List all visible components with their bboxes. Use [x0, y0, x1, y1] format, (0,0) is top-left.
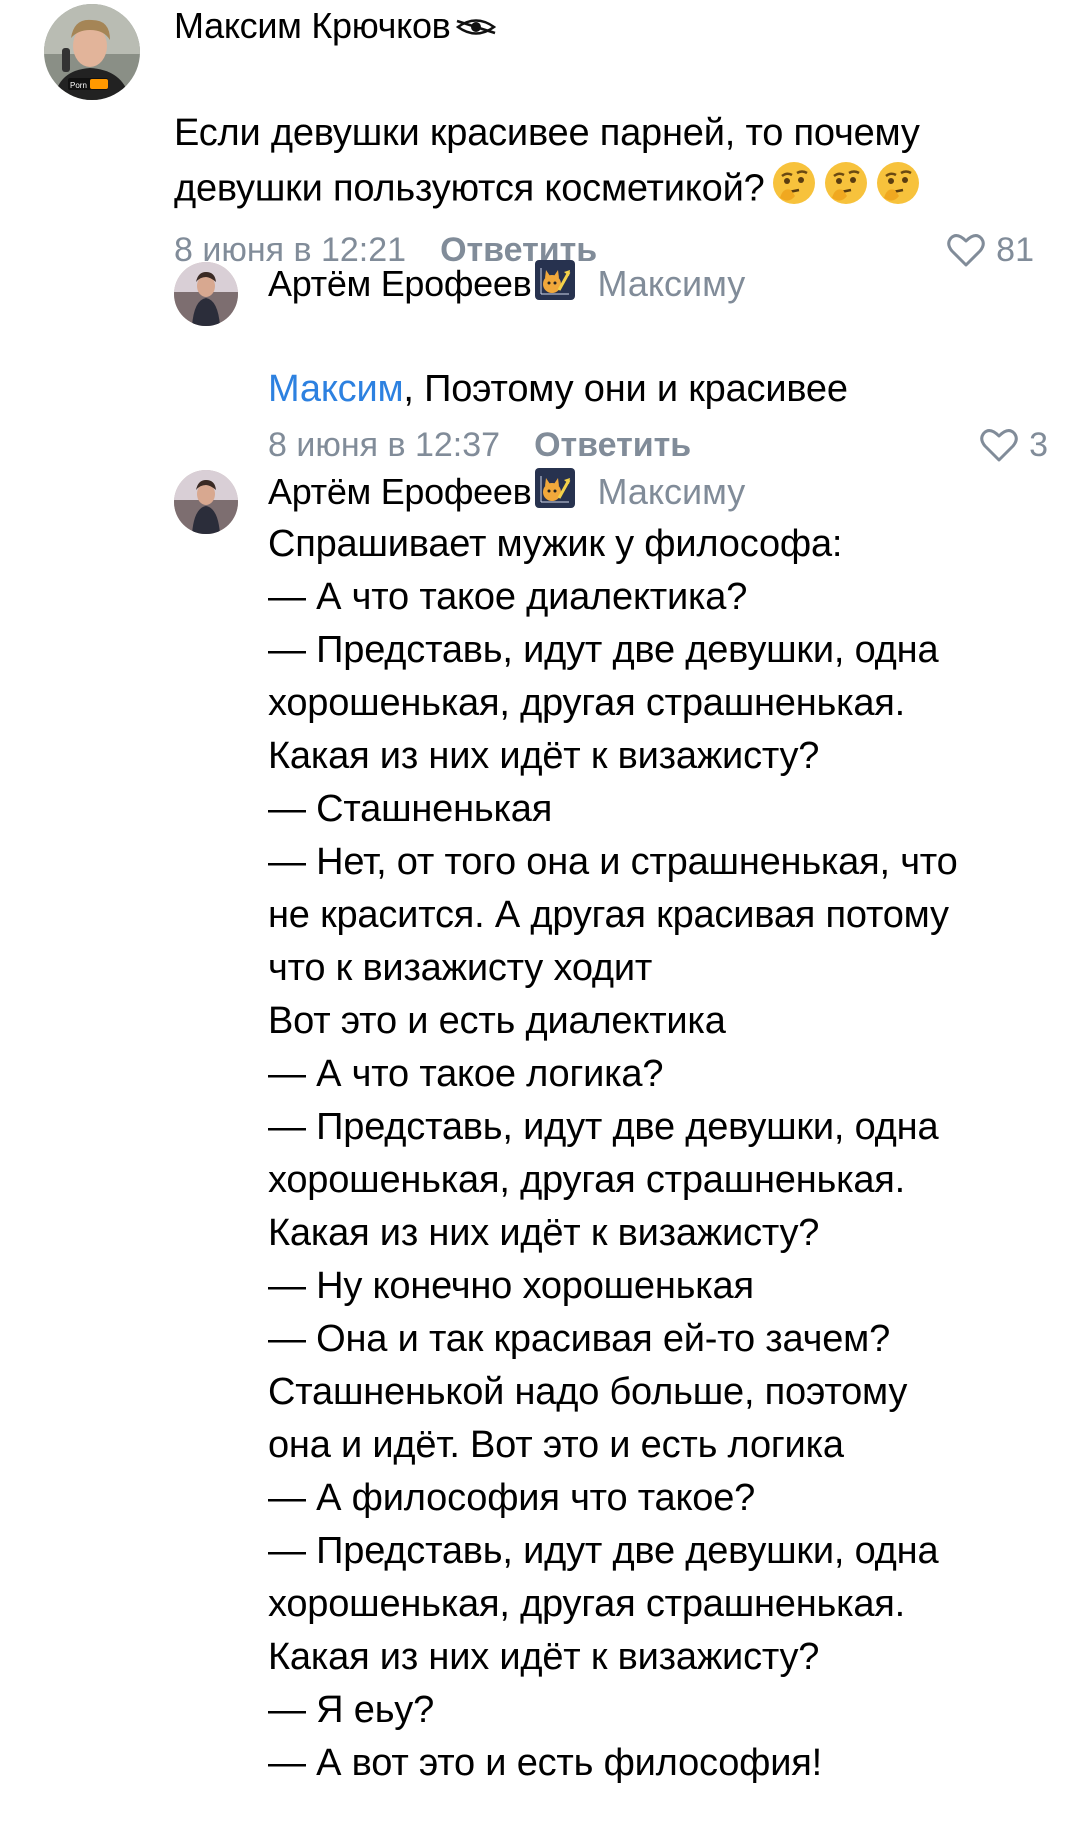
comment-author[interactable]: Артём Ерофеев — [268, 263, 532, 305]
avatar-photo — [174, 262, 238, 326]
avatar[interactable] — [174, 262, 238, 326]
thinking-face-icon — [771, 160, 817, 221]
eye-icon — [455, 5, 497, 47]
comment-text: , Поэтому они и красивее — [403, 368, 848, 410]
thinking-face-icon — [823, 160, 869, 221]
reply-button[interactable]: Ответить — [534, 426, 691, 465]
reply-to-label[interactable]: Максиму — [597, 263, 745, 305]
heart-icon — [980, 429, 1018, 462]
comment-date: 8 июня в 12:37 — [268, 425, 501, 464]
svg-text:Porn: Porn — [70, 81, 87, 90]
like-count: 3 — [1029, 425, 1048, 464]
mention-link[interactable]: Максим — [268, 368, 404, 410]
comments-thread: Porn Максим Крючков Если девушки красиве… — [0, 0, 1080, 1831]
avatar[interactable] — [174, 470, 238, 534]
avatar-photo — [174, 470, 238, 534]
comment-author[interactable]: Максим Крючков — [174, 5, 451, 47]
avatar[interactable]: Porn — [44, 4, 140, 100]
thinking-face-icon — [875, 160, 921, 221]
cat-graph-icon — [535, 259, 576, 309]
cat-graph-icon — [535, 467, 576, 517]
comment-text: Спрашивает мужик у философа: — А что так… — [268, 523, 958, 1784]
avatar-photo: Porn — [44, 4, 140, 100]
reply-to-label[interactable]: Максиму — [597, 471, 745, 513]
comment-author[interactable]: Артём Ерофеев — [268, 471, 532, 513]
